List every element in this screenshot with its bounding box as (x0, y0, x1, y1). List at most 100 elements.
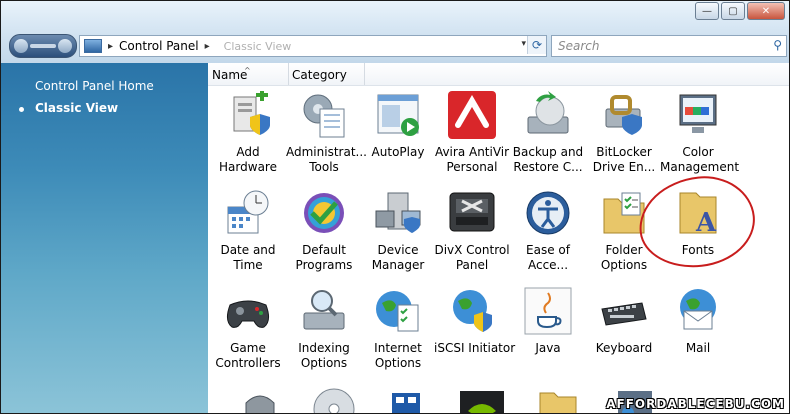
window-controls: — ▢ ✕ (695, 2, 785, 20)
close-button[interactable]: ✕ (747, 2, 785, 20)
item-label: Management (660, 160, 740, 174)
refresh-icon: ⟳ (531, 38, 543, 52)
item-label: Hardware (219, 160, 277, 174)
item-java[interactable]: Java (510, 287, 586, 356)
task-pane: Control Panel Home Classic View (1, 63, 208, 413)
divx-icon (448, 189, 496, 237)
item-label: Options (374, 356, 422, 370)
maximize-button[interactable]: ▢ (721, 2, 745, 20)
item-divx-control-panel[interactable]: DivX Control Panel (434, 189, 510, 273)
item-label: Options (300, 356, 348, 370)
item-avira[interactable]: Avira AntiVir Personal (434, 91, 510, 175)
item-label: Ease of (526, 243, 570, 257)
item-iscsi-initiator[interactable]: iSCSI Initiator (434, 287, 515, 356)
back-forward-buttons (9, 34, 77, 58)
address-bar[interactable]: ▸ Control Panel ▸ Classic View ▾ ⟳ (79, 35, 547, 57)
breadcrumb-classic-view[interactable]: Classic View (224, 40, 292, 53)
watermark: AFFORDABLECEBU.COM (606, 397, 785, 411)
autoplay-icon (374, 91, 422, 139)
item-label: Mail (685, 341, 711, 355)
item-game-controllers[interactable]: Game Controllers (210, 287, 286, 371)
item-partial-folder[interactable] (520, 383, 596, 413)
item-bitlocker[interactable]: BitLocker Drive En... (586, 91, 662, 175)
item-partial-cd[interactable] (296, 383, 372, 413)
forward-button[interactable] (58, 39, 72, 53)
item-label: Date and (220, 243, 276, 257)
item-label: Programs (295, 258, 353, 272)
item-device-manager[interactable]: Device Manager (360, 189, 436, 273)
default-programs-icon (300, 189, 348, 237)
refresh-button[interactable]: ⟳ (527, 36, 546, 54)
avira-umbrella-icon (448, 91, 496, 139)
item-label: Options (600, 258, 648, 272)
item-backup-restore[interactable]: Backup and Restore C... (510, 91, 586, 175)
control-panel-icon (84, 39, 102, 53)
item-add-hardware[interactable]: Add Hardware (210, 89, 286, 175)
breadcrumb-separator[interactable]: ▸ (108, 41, 113, 52)
item-partial-mouse[interactable] (222, 383, 298, 413)
item-keyboard[interactable]: Keyboard (586, 287, 662, 356)
column-headers: Name ^ Category (208, 63, 789, 86)
item-label: Backup and (512, 145, 584, 159)
item-label: Avira AntiVir (434, 145, 510, 159)
column-name[interactable]: Name ^ (212, 63, 289, 85)
item-label: Color (682, 145, 714, 159)
classic-view-link[interactable]: Classic View (35, 101, 118, 115)
search-input[interactable] (556, 38, 760, 54)
mail-icon (674, 287, 722, 335)
item-label: Java (535, 341, 561, 355)
item-internet-options[interactable]: Internet Options (360, 287, 436, 371)
explorer-window: — ▢ ✕ ▸ Control Panel ▸ Classic View ▾ ⟳… (0, 0, 790, 414)
back-button[interactable] (14, 39, 28, 53)
item-indexing-options[interactable]: Indexing Options (286, 287, 362, 371)
item-label: Panel (455, 258, 489, 272)
item-label: Indexing (298, 341, 350, 355)
item-ease-of-access[interactable]: Ease of Acce... (510, 189, 586, 273)
column-category-label: Category (292, 68, 347, 82)
color-monitor-icon (674, 91, 722, 139)
indexing-icon (300, 287, 348, 335)
item-label: Internet (374, 341, 422, 355)
item-autoplay[interactable]: AutoPlay (360, 91, 436, 160)
mouse-icon (236, 383, 284, 413)
calendar-clock-icon (224, 189, 272, 237)
network-icon (382, 383, 430, 413)
item-label: Tools (309, 160, 339, 174)
gamepad-icon (224, 287, 272, 335)
item-mail[interactable]: Mail (660, 287, 736, 356)
bitlocker-icon (600, 91, 648, 139)
minimize-icon: — (702, 5, 712, 17)
search-icon[interactable]: ⚲ (773, 38, 782, 52)
item-administrative-tools[interactable]: Administrat... Tools (286, 91, 367, 175)
item-default-programs[interactable]: Default Programs (286, 189, 362, 273)
column-category[interactable]: Category (292, 63, 365, 85)
item-label: Default (302, 243, 346, 257)
item-partial-nvidia[interactable] (444, 383, 520, 413)
item-label: DivX Control (434, 243, 510, 257)
item-date-time[interactable]: Date and Time (210, 189, 286, 273)
breadcrumb-control-panel[interactable]: Control Panel (119, 39, 199, 53)
java-cup-icon (524, 287, 572, 335)
search-box: ⚲ (551, 35, 787, 57)
nvidia-icon (458, 383, 506, 413)
address-dropdown-icon[interactable]: ▾ (521, 39, 526, 49)
backup-drive-icon (524, 91, 572, 139)
sort-arrow-icon: ^ (244, 66, 251, 75)
nav-history-bar (30, 44, 56, 48)
item-label: Add (236, 145, 260, 159)
breadcrumb-separator[interactable]: ▸ (205, 41, 210, 52)
control-panel-home-link[interactable]: Control Panel Home (35, 79, 154, 93)
maximize-icon: ▢ (728, 5, 738, 17)
item-label: Time (233, 258, 263, 272)
item-label: Keyboard (595, 341, 653, 355)
item-label: AutoPlay (371, 145, 425, 159)
item-color-management[interactable]: Color Management (660, 91, 740, 175)
item-partial-network[interactable] (368, 383, 444, 413)
item-label: Manager (371, 258, 425, 272)
item-label: BitLocker (596, 145, 652, 159)
minimize-button[interactable]: — (695, 2, 719, 20)
column-name-label: Name (212, 68, 248, 82)
iscsi-globe-icon (448, 287, 496, 335)
item-label: Personal (446, 160, 498, 174)
keyboard-icon (600, 287, 648, 335)
